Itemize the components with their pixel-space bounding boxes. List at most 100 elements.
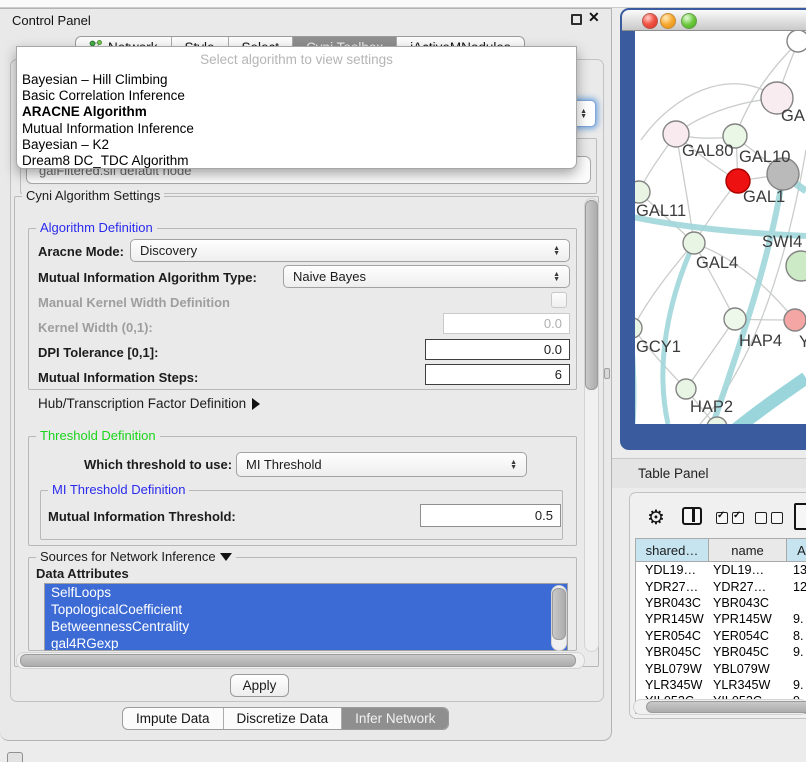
combo-arrows-icon bbox=[510, 460, 517, 470]
table-cell: YBR043C bbox=[636, 596, 709, 610]
table-cell: YDR27… bbox=[709, 580, 787, 594]
hub-transcription-factor-label: Hub/Transcription Factor Definition bbox=[38, 396, 246, 411]
checked-box-icon bbox=[716, 512, 728, 524]
attribute-list-item[interactable]: TopologicalCoefficient bbox=[45, 601, 567, 618]
unchecked-box-icon bbox=[771, 512, 783, 524]
table-cell: YDR27… bbox=[636, 580, 709, 594]
attribute-list-item[interactable]: gal4RGexp bbox=[45, 635, 567, 651]
table-cell: 9. bbox=[787, 612, 806, 626]
bottom-tabs: Impute DataDiscretize DataInfer Network bbox=[122, 707, 449, 730]
sources-legend[interactable]: Sources for Network Inference bbox=[36, 549, 236, 564]
network-node-label: GAL4 bbox=[696, 254, 738, 272]
table-panel-title: Table Panel bbox=[638, 466, 709, 481]
algorithm-option[interactable]: Mutual Information Inference bbox=[17, 120, 576, 136]
cyni-algorithm-settings-legend: Cyni Algorithm Settings bbox=[22, 188, 164, 203]
algorithm-option[interactable]: Bayesian – K2 bbox=[17, 136, 576, 152]
unchecked-box-icon bbox=[755, 512, 767, 524]
mi-algorithm-type-value: Naive Bayes bbox=[293, 269, 366, 284]
table-row[interactable]: YPR145WYPR145W9. bbox=[636, 611, 806, 627]
table-row[interactable]: YDL19…YDL19…13 bbox=[636, 562, 806, 578]
mi-algorithm-type-combobox[interactable]: Naive Bayes bbox=[283, 265, 570, 288]
table-cell: YPR145W bbox=[636, 612, 709, 626]
float-window-icon[interactable] bbox=[571, 14, 582, 25]
network-node-gal4[interactable] bbox=[683, 232, 705, 254]
network-node-y[interactable] bbox=[784, 309, 806, 331]
select-all-columns-icon[interactable] bbox=[716, 512, 744, 524]
attributes-list-scrollbar-thumb[interactable] bbox=[552, 588, 566, 640]
table-cell: YER054C bbox=[709, 629, 787, 643]
data-attributes-list[interactable]: SelfLoopsTopologicalCoefficientBetweenne… bbox=[44, 583, 568, 651]
network-node-hap2[interactable] bbox=[676, 379, 696, 399]
bottom-tab-impute-data[interactable]: Impute Data bbox=[123, 708, 223, 729]
table-column-header[interactable]: shared… bbox=[636, 539, 709, 561]
network-node-gal11[interactable] bbox=[635, 181, 650, 203]
table-cell: YPR145W bbox=[709, 612, 787, 626]
mi-threshold-field[interactable]: 0.5 bbox=[420, 504, 561, 527]
table-cell: YER054C bbox=[636, 629, 709, 643]
mi-threshold-definition-legend: MI Threshold Definition bbox=[48, 482, 189, 497]
table-column-header[interactable]: name bbox=[709, 539, 787, 561]
network-node-label: GAL80 bbox=[682, 142, 733, 160]
table-cell: YBR045C bbox=[709, 645, 787, 659]
table-row[interactable]: YDR27…YDR27…12 bbox=[636, 578, 806, 594]
table-row[interactable]: YER054CYER054C8. bbox=[636, 628, 806, 644]
aracne-mode-label: Aracne Mode: bbox=[38, 244, 124, 259]
minimize-traffic-light-icon[interactable] bbox=[660, 13, 676, 29]
zoom-traffic-light-icon[interactable] bbox=[681, 13, 697, 29]
splitter-handle[interactable] bbox=[604, 368, 610, 379]
checked-box-icon bbox=[732, 512, 744, 524]
collapsed-panel-icon[interactable] bbox=[7, 752, 23, 762]
kernel-width-field[interactable]: 0.0 bbox=[443, 313, 570, 334]
algorithm-option[interactable]: Dream8 DC_TDC Algorithm bbox=[17, 152, 576, 168]
network-node-label: GAL11 bbox=[636, 202, 686, 220]
data-attributes-label: Data Attributes bbox=[36, 566, 129, 581]
aracne-mode-value: Discovery bbox=[140, 243, 197, 258]
algorithm-definition-legend: Algorithm Definition bbox=[36, 220, 157, 235]
table-cell: YBL079W bbox=[709, 662, 787, 676]
deselect-all-columns-icon[interactable] bbox=[755, 512, 783, 524]
bottom-tab-discretize-data[interactable]: Discretize Data bbox=[223, 708, 342, 729]
dpi-tolerance-field[interactable]: 0.0 bbox=[425, 339, 570, 360]
network-node-label: SWI4 bbox=[762, 233, 802, 251]
network-graph: GALGAL80GAL10GAL1GAL11SWI4GAL4GCY1HAP4YH… bbox=[635, 31, 806, 424]
algorithm-option[interactable]: ARACNE Algorithm bbox=[17, 104, 576, 120]
network-node[interactable] bbox=[787, 31, 806, 52]
algorithm-dropdown-placeholder: Select algorithm to view settings bbox=[17, 47, 576, 71]
close-icon[interactable] bbox=[588, 9, 604, 29]
gear-icon[interactable] bbox=[647, 505, 665, 530]
aracne-mode-combobox[interactable]: Discovery bbox=[130, 239, 570, 262]
attribute-list-item[interactable]: SelfLoops bbox=[45, 584, 567, 601]
network-node-gcy1[interactable] bbox=[635, 318, 642, 338]
network-node-label: HAP4 bbox=[739, 332, 782, 350]
table-row[interactable]: YLR345WYLR345W9. bbox=[636, 677, 806, 693]
network-node-swi4[interactable] bbox=[786, 251, 806, 281]
which-threshold-combobox[interactable]: MI Threshold bbox=[236, 452, 527, 477]
settings-horizontal-scrollbar-thumb[interactable] bbox=[20, 654, 576, 667]
settings-vertical-scrollbar-thumb[interactable] bbox=[585, 200, 598, 390]
mi-algorithm-type-label: Mutual Information Algorithm Type: bbox=[38, 270, 257, 285]
which-threshold-label: Which threshold to use: bbox=[84, 457, 232, 472]
bottom-tab-infer-network[interactable]: Infer Network bbox=[341, 708, 448, 729]
network-node-hap4[interactable] bbox=[724, 308, 746, 330]
threshold-definition-legend: Threshold Definition bbox=[36, 428, 160, 443]
algorithm-option[interactable]: Bayesian – Hill Climbing bbox=[17, 71, 576, 87]
close-traffic-light-icon[interactable] bbox=[642, 13, 658, 29]
table-column-header[interactable]: A bbox=[787, 539, 806, 561]
manual-kernel-width-checkbox[interactable] bbox=[551, 292, 567, 308]
algorithm-option[interactable]: Basic Correlation Inference bbox=[17, 87, 576, 103]
export-table-icon[interactable] bbox=[794, 503, 806, 530]
table-cell: 9. bbox=[787, 678, 806, 692]
hub-transcription-factor-disclosure[interactable]: Hub/Transcription Factor Definition bbox=[38, 396, 260, 411]
dpi-tolerance-label: DPI Tolerance [0,1]: bbox=[38, 345, 158, 360]
table-cell: 9. bbox=[787, 645, 806, 659]
apply-button[interactable]: Apply bbox=[230, 674, 289, 697]
table-row[interactable]: YBL079WYBL079W bbox=[636, 660, 806, 676]
table-cell: YBR045C bbox=[636, 645, 709, 659]
table-row[interactable]: YBR045CYBR045C9. bbox=[636, 644, 806, 660]
mi-steps-field[interactable]: 6 bbox=[425, 364, 570, 385]
attribute-list-item[interactable]: BetweennessCentrality bbox=[45, 618, 567, 635]
table-horizontal-scrollbar-thumb[interactable] bbox=[646, 701, 806, 713]
table-row[interactable]: YBR043CYBR043C bbox=[636, 595, 806, 611]
sources-legend-label: Sources for Network Inference bbox=[40, 549, 216, 564]
column-layout-icon[interactable] bbox=[682, 507, 702, 525]
